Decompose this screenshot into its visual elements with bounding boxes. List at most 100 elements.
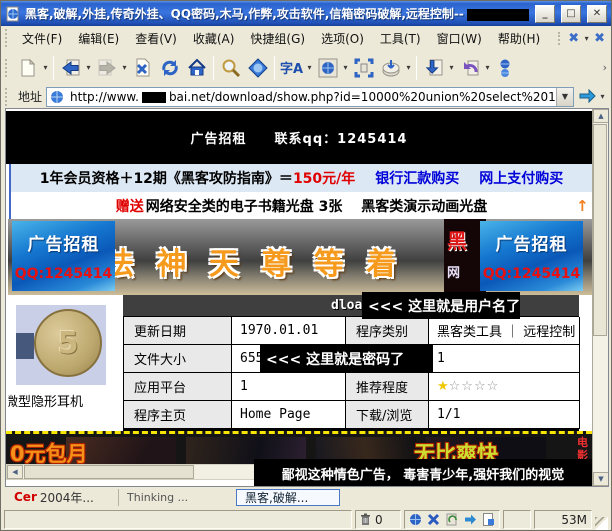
stop-button[interactable] — [129, 53, 156, 82]
arrow-right-icon[interactable] — [464, 513, 477, 526]
table-value: 1 — [429, 345, 580, 373]
vertical-scrollbar[interactable]: ▲ ▼ — [592, 109, 608, 486]
home-button[interactable] — [183, 53, 210, 82]
trash-panel[interactable]: 0 — [355, 510, 401, 529]
coin-earphone-image[interactable]: 5 — [16, 305, 106, 385]
refresh-page-icon[interactable] — [446, 513, 459, 526]
refresh-button[interactable] — [156, 53, 183, 82]
save-button[interactable] — [377, 53, 404, 82]
page-properties-icon[interactable] — [482, 513, 495, 526]
url-text[interactable]: http://www.bai.net/download/show.php?id=… — [67, 90, 556, 104]
back-icon — [60, 58, 82, 78]
chevron-down-icon[interactable]: ▾ — [598, 92, 607, 101]
plugins-button[interactable] — [492, 53, 519, 82]
encoding-button[interactable] — [244, 53, 271, 82]
chevron-down-icon[interactable]: ▾ — [341, 63, 350, 72]
go-icon[interactable] — [578, 89, 596, 105]
menu-tools[interactable]: 工具(T) — [372, 27, 429, 50]
chevron-down-icon[interactable]: ▾ — [41, 63, 50, 72]
scrollbar-track[interactable] — [593, 336, 608, 472]
chevron-down-icon[interactable]: ▾ — [582, 34, 591, 43]
chevron-down-icon[interactable]: ▾ — [84, 63, 93, 72]
download-detail-table: 更新日期 1970.01.01 程序类别 黑客类工具 ｜ 远程控制 文件大小 6… — [123, 316, 579, 431]
menu-file[interactable]: 文件(F) — [14, 27, 70, 50]
search-button[interactable] — [217, 53, 244, 82]
table-label: 程序类别 — [346, 317, 429, 345]
scrollbar-thumb[interactable] — [24, 465, 194, 479]
globe-icon[interactable] — [409, 513, 422, 526]
block-icon[interactable] — [427, 513, 440, 526]
proxy-button[interactable] — [314, 53, 341, 82]
tab-hacker-active[interactable]: 黑客,破解... — [236, 489, 340, 506]
undo-button[interactable] — [456, 53, 483, 82]
close-button[interactable]: ✕ — [587, 5, 607, 23]
ad-rental-banner[interactable]: 广告招租 联系qq：1245414 — [6, 111, 592, 164]
status-message-panel — [4, 510, 352, 529]
font-size-button[interactable]: 字A — [278, 53, 305, 82]
image-detail — [16, 333, 34, 359]
menu-groups[interactable]: 快捷组(G) — [242, 27, 313, 50]
redaction-box — [467, 9, 529, 21]
scroll-down-button[interactable]: ▼ — [593, 472, 609, 486]
toolbar-grip[interactable] — [5, 59, 10, 77]
menu-window[interactable]: 窗口(W) — [429, 27, 490, 50]
window-title: 黑客,破解,外挂,传奇外挂、QQ密码,木马,作弊,攻击软件,信箱密码破解,远程控… — [25, 5, 529, 22]
plugin-icon[interactable]: ✖ — [568, 32, 579, 45]
memory-value: 53M — [561, 513, 587, 527]
menu-help[interactable]: 帮助(H) — [490, 27, 548, 50]
chevron-down-icon[interactable]: ▾ — [483, 63, 492, 72]
ad-qq: QQ:1245414 — [15, 266, 113, 282]
table-label: 应用平台 — [124, 373, 232, 401]
toolbar-separator — [213, 56, 214, 80]
address-label: 地址 — [18, 88, 42, 105]
fullscreen-icon — [354, 58, 374, 78]
download-icon — [424, 58, 444, 78]
maximize-button[interactable]: □ — [561, 5, 581, 23]
globe-panel-icon — [317, 58, 339, 78]
scroll-left-button[interactable]: ◀ — [7, 465, 23, 479]
page-icon — [49, 89, 65, 105]
chevron-down-icon[interactable]: ▾ — [305, 63, 314, 72]
resize-grip[interactable] — [595, 517, 608, 530]
download-button[interactable] — [420, 53, 447, 82]
scroll-up-button[interactable]: ▲ — [593, 109, 609, 123]
ad-rental-box-right[interactable]: 广告招租 QQ:1245414 — [480, 221, 583, 291]
go-button-area: ▾ — [578, 89, 607, 105]
password-tooltip: <<< 这里就是密码了 — [260, 345, 433, 373]
stop-icon — [133, 58, 153, 78]
online-payment-link[interactable]: 网上支付购买 — [479, 168, 563, 188]
bank-payment-link[interactable]: 银行汇款购买 — [375, 168, 459, 188]
scrollbar-thumb[interactable] — [593, 124, 607, 336]
tab-thinking[interactable]: Thinking ... — [118, 489, 232, 506]
plugin-icon[interactable]: ✖ — [594, 32, 605, 45]
menu-options[interactable]: 选项(O) — [313, 27, 372, 50]
home-icon — [187, 58, 207, 78]
coin-shape: 5 — [34, 309, 102, 377]
tab-cer[interactable]: Cer2004年... — [6, 489, 114, 506]
toolbar-grip[interactable] — [5, 88, 10, 106]
ad-rental-box-left[interactable]: 广告招租 QQ:1245414 — [12, 221, 115, 291]
trash-count: 0 — [375, 513, 383, 527]
back-button[interactable] — [57, 53, 84, 82]
table-value: Home Page — [232, 401, 346, 429]
new-page-button[interactable] — [14, 53, 41, 82]
toolbar-grip[interactable] — [5, 29, 10, 47]
menu-edit[interactable]: 编辑(E) — [70, 27, 127, 50]
star-empty-icon: ☆☆☆☆ — [449, 379, 500, 394]
minimize-button[interactable]: _ — [535, 5, 555, 23]
refresh-icon — [160, 58, 180, 78]
chevron-down-icon[interactable]: ▾ — [447, 63, 456, 72]
address-combobox[interactable]: http://www.bai.net/download/show.php?id=… — [46, 87, 574, 107]
globe-diamond-icon — [248, 58, 268, 78]
address-dropdown-button[interactable]: ▼ — [556, 88, 573, 106]
menu-view[interactable]: 查看(V) — [127, 27, 185, 50]
gift-text: 网络安全类的电子书籍光盘 3张 黑客类演示动画光盘 — [146, 196, 488, 216]
menu-favorites[interactable]: 收藏(A) — [185, 27, 243, 50]
toolbar-overflow-chevron[interactable]: › — [603, 61, 607, 74]
ad-title: 广告招租 — [496, 230, 568, 255]
fullscreen-button[interactable] — [350, 53, 377, 82]
chevron-down-icon[interactable]: ▾ — [404, 63, 413, 72]
toolbar-separator — [416, 56, 417, 80]
ad-title: 广告招租 — [28, 230, 100, 255]
gift-row: 赠送 网络安全类的电子书籍光盘 3张 黑客类演示动画光盘 — [11, 192, 592, 219]
